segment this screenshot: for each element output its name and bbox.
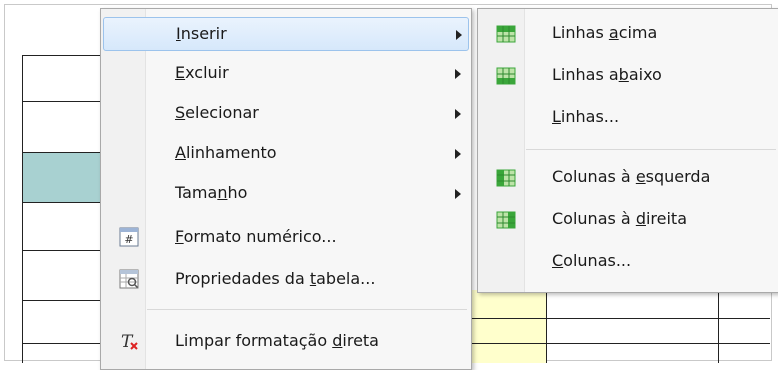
table-row-border: [22, 152, 102, 153]
label-part: abela...: [316, 269, 376, 288]
menu-separator: [147, 309, 467, 310]
menu-item-label: Alinhamento: [175, 143, 277, 162]
submenu-item-label: Linhas...: [552, 107, 619, 126]
table-col-border: [718, 290, 719, 363]
label-rest: olunas...: [563, 251, 632, 270]
menu-item-propriedades-tabela[interactable]: Propriedades da tabela...: [103, 263, 469, 297]
label-rest: inhas...: [560, 107, 620, 126]
table-col-border: [22, 55, 23, 363]
table-row-border: [22, 300, 102, 301]
selected-cell[interactable]: [22, 152, 102, 202]
label-part: Colunas à: [552, 209, 636, 228]
mnemonic: S: [175, 103, 186, 122]
label-part: cima: [618, 23, 658, 42]
label-part: Linhas: [552, 23, 609, 42]
menu-item-limpar-formatacao[interactable]: T Limpar formatação direta: [103, 325, 469, 359]
label-part: Linhas a: [552, 65, 619, 84]
label-part: ho: [227, 183, 248, 202]
mnemonic: E: [175, 63, 186, 82]
label-part: aixo: [628, 65, 662, 84]
submenu-arrow-icon: [455, 189, 461, 199]
table-row-border: [22, 101, 102, 102]
menu-item-formato-numerico[interactable]: # Formato numérico...: [103, 221, 469, 255]
active-cell[interactable]: [470, 290, 546, 363]
submenu-item-linhas[interactable]: Linhas...: [480, 101, 777, 135]
label-part: Tama: [175, 183, 218, 202]
insert-columns-right-icon: [496, 211, 516, 229]
label-rest: ormato numérico...: [183, 227, 337, 246]
submenu-item-label: Colunas à esquerda: [552, 167, 710, 186]
submenu-arrow-icon: [455, 69, 461, 79]
label-part: Colunas à: [552, 167, 636, 186]
label-part: Limpar formatação: [175, 331, 333, 350]
label-part: Propriedades da: [175, 269, 310, 288]
label-part: ireita: [645, 209, 688, 228]
mnemonic: L: [552, 107, 561, 126]
submenu-item-colunas-esquerda[interactable]: Colunas à esquerda: [480, 161, 777, 195]
menu-item-label: Excluir: [175, 63, 229, 82]
submenu-arrow-icon: [456, 30, 462, 40]
mnemonic: b: [618, 65, 629, 84]
menu-item-label: Propriedades da tabela...: [175, 269, 375, 288]
insert-rows-above-icon: [496, 25, 516, 43]
submenu-item-colunas[interactable]: Colunas...: [480, 245, 777, 279]
submenu-separator: [526, 149, 776, 150]
table-row-border: [22, 202, 102, 203]
submenu-item-label: Linhas abaixo: [552, 65, 662, 84]
number-format-icon: #: [119, 227, 139, 247]
insert-submenu: Linhas acima Linhas abaixo Linhas... Col…: [477, 8, 778, 293]
menu-item-label: Formato numérico...: [175, 227, 337, 246]
label-rest: linhamento: [185, 143, 277, 162]
table-col-border: [546, 290, 547, 363]
menu-item-tamanho[interactable]: Tamanho: [103, 177, 469, 211]
label-part: squerda: [645, 167, 711, 186]
submenu-item-colunas-direita[interactable]: Colunas à direita: [480, 203, 777, 237]
submenu-item-linhas-acima[interactable]: Linhas acima: [480, 17, 777, 51]
menu-item-selecionar[interactable]: Selecionar: [103, 97, 469, 131]
menu-item-label: Selecionar: [175, 103, 259, 122]
label-rest: xcluir: [185, 63, 229, 82]
menu-item-label: Limpar formatação direta: [175, 331, 379, 350]
menu-item-label: Inserir: [176, 24, 227, 43]
submenu-arrow-icon: [455, 149, 461, 159]
svg-text:#: #: [124, 233, 133, 246]
mnemonic: A: [175, 143, 186, 162]
clear-formatting-icon: T: [121, 332, 138, 351]
mnemonic: d: [332, 331, 343, 350]
table-row-border: [470, 343, 770, 344]
label-part: ireta: [342, 331, 379, 350]
submenu-arrow-icon: [455, 109, 461, 119]
mnemonic: F: [175, 227, 184, 246]
menu-item-alinhamento[interactable]: Alinhamento: [103, 137, 469, 171]
mnemonic: a: [608, 23, 619, 42]
table-context-menu: Inserir Excluir Selecionar Alinhamento T…: [100, 8, 472, 370]
mnemonic: n: [217, 183, 228, 202]
label-rest: nserir: [180, 24, 227, 43]
mnemonic: e: [635, 167, 646, 186]
mnemonic: d: [635, 209, 646, 228]
insert-columns-left-icon: [496, 169, 516, 187]
table-row-border: [22, 250, 102, 251]
mnemonic: C: [552, 251, 564, 270]
label-rest: elecionar: [185, 103, 259, 122]
table-row-border: [22, 55, 102, 56]
table-row-border: [470, 318, 770, 319]
submenu-item-label: Colunas à direita: [552, 209, 687, 228]
insert-rows-below-icon: [496, 67, 516, 85]
menu-item-inserir[interactable]: Inserir: [103, 17, 469, 51]
menu-item-label: Tamanho: [175, 183, 247, 202]
submenu-item-label: Colunas...: [552, 251, 631, 270]
table-row-border: [22, 343, 102, 344]
table-properties-icon: [119, 269, 139, 289]
menu-item-excluir[interactable]: Excluir: [103, 57, 469, 91]
submenu-item-label: Linhas acima: [552, 23, 657, 42]
submenu-item-linhas-abaixo[interactable]: Linhas abaixo: [480, 59, 777, 93]
